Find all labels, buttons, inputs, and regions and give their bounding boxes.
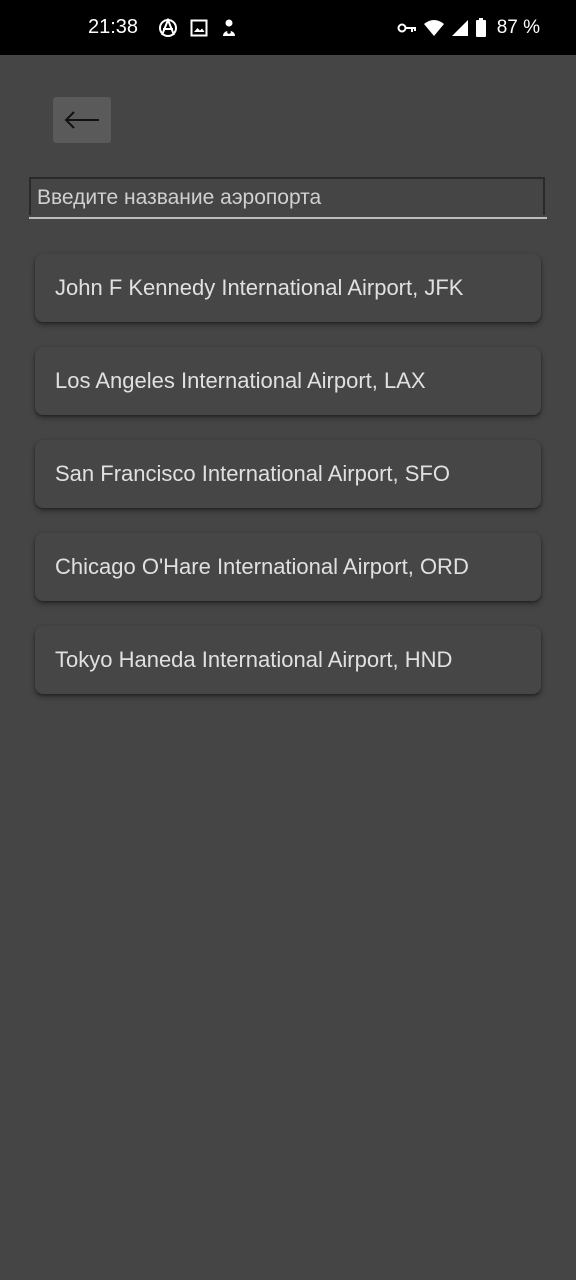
anarchy-icon — [158, 17, 178, 38]
battery-icon — [475, 17, 487, 38]
back-button[interactable] — [53, 97, 111, 143]
status-left: 21:38 — [88, 0, 238, 55]
signal-icon — [451, 19, 469, 37]
wifi-icon — [423, 19, 445, 37]
battery-percent: 87 % — [496, 16, 540, 38]
airport-label: Chicago O'Hare International Airport, OR… — [55, 554, 469, 579]
notification-app-icon — [220, 18, 238, 38]
airport-list: John F Kennedy International Airport, JF… — [35, 254, 541, 719]
airport-item-lax[interactable]: Los Angeles International Airport, LAX — [35, 347, 541, 415]
status-bar: 21:38 87 % — [0, 0, 576, 55]
airport-label: John F Kennedy International Airport, JF… — [55, 275, 464, 300]
image-icon — [190, 19, 208, 37]
airport-label: Tokyo Haneda International Airport, HND — [55, 647, 453, 672]
vpn-key-icon — [397, 21, 417, 35]
search-field — [29, 177, 547, 219]
arrow-left-icon — [63, 110, 101, 130]
airport-label: Los Angeles International Airport, LAX — [55, 368, 426, 393]
search-input[interactable] — [29, 177, 545, 215]
status-time: 21:38 — [88, 16, 139, 38]
airport-item-ord[interactable]: Chicago O'Hare International Airport, OR… — [35, 533, 541, 601]
status-right: 87 % — [397, 0, 540, 55]
airport-label: San Francisco International Airport, SFO — [55, 461, 450, 486]
airport-item-hnd[interactable]: Tokyo Haneda International Airport, HND — [35, 626, 541, 694]
airport-item-sfo[interactable]: San Francisco International Airport, SFO — [35, 440, 541, 508]
airport-item-jfk[interactable]: John F Kennedy International Airport, JF… — [35, 254, 541, 322]
